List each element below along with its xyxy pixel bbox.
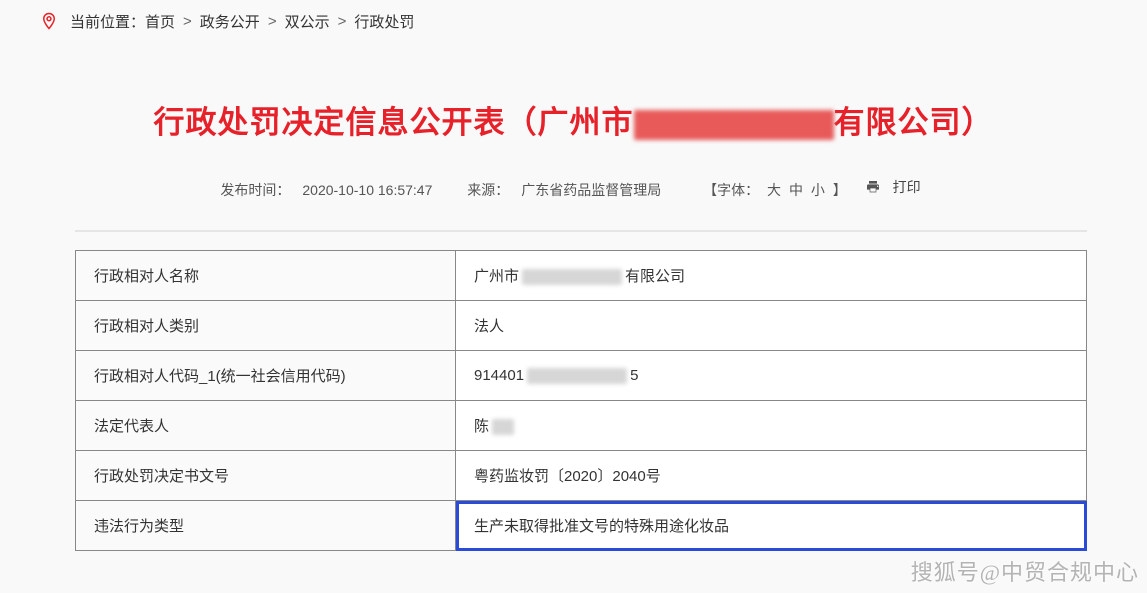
publish-label: 发布时间： [220,182,290,198]
table-row: 行政相对人代码_1(统一社会信用代码) 914401 5 [76,351,1087,401]
table-row: 行政相对人类别法人 [76,301,1087,351]
row-label: 违法行为类型 [76,501,456,551]
row-label: 行政处罚决定书文号 [76,451,456,501]
print-label: 打印 [893,177,921,197]
value-prefix: 陈 [474,418,489,435]
breadcrumb: 当前位置： 首页 > 政务公开 > 双公示 > 行政处罚 [0,0,1147,42]
row-value: 广州市 有限公司 [456,251,1087,301]
redacted-segment [522,269,622,285]
meta-row: 发布时间： 2020-10-10 16:57:47 来源： 广东省药品监督管理局 【… [0,177,1147,200]
value-suffix: 5 [630,367,638,384]
font-medium-button[interactable]: 中 [789,182,803,198]
row-label: 行政相对人名称 [76,251,456,301]
breadcrumb-item-sgs[interactable]: 双公示 [285,11,330,32]
row-value: 陈 [456,401,1087,451]
redacted-segment [527,368,627,384]
font-label: 【字体： [703,182,759,198]
table-row: 违法行为类型生产未取得批准文号的特殊用途化妆品 [76,501,1087,551]
redacted-segment [492,419,514,435]
content-area: 行政相对人名称 广州市 有限公司行政相对人类别法人行政相对人代码_1(统一社会信用代… [75,230,1087,551]
breadcrumb-label: 当前位置： [70,11,145,32]
title-suffix: 有限公司） [834,105,994,140]
breadcrumb-sep: > [268,13,277,30]
publish-value: 2020-10-10 16:57:47 [302,182,432,198]
row-label: 行政相对人代码_1(统一社会信用代码) [76,351,456,401]
table-row: 法定代表人 陈 [76,401,1087,451]
breadcrumb-sep: > [338,13,347,30]
title-prefix: 行政处罚决定信息公开表（广州市 [154,105,634,140]
breadcrumb-item-xzcf[interactable]: 行政处罚 [354,11,414,32]
font-close: 】 [833,182,847,198]
value-prefix: 广州市 [474,268,519,285]
info-table: 行政相对人名称 广州市 有限公司行政相对人类别法人行政相对人代码_1(统一社会信用代… [75,250,1087,551]
row-value: 生产未取得批准文号的特殊用途化妆品 [456,501,1087,551]
font-large-button[interactable]: 大 [767,182,781,198]
value-suffix: 有限公司 [625,268,685,285]
row-label: 行政相对人类别 [76,301,456,351]
row-value: 法人 [456,301,1087,351]
page-title-wrap: 行政处罚决定信息公开表（广州市 有限公司） [0,97,1147,142]
print-button[interactable]: 打印 [865,177,927,197]
source-label: 来源： [467,182,509,198]
font-size-group: 【字体： 大 中 小 】 [701,182,852,198]
table-row: 行政处罚决定书文号粤药监妆罚〔2020〕2040号 [76,451,1087,501]
print-icon [865,179,881,195]
breadcrumb-item-home[interactable]: 首页 [145,11,175,32]
font-small-button[interactable]: 小 [811,182,825,198]
table-row: 行政相对人名称 广州市 有限公司 [76,251,1087,301]
location-icon [40,10,58,32]
value-prefix: 914401 [474,367,524,384]
row-value: 914401 5 [456,351,1087,401]
breadcrumb-sep: > [183,13,192,30]
watermark: 搜狐号@中贸合规中心 [911,555,1139,587]
redacted-segment [634,110,834,140]
row-value: 粤药监妆罚〔2020〕2040号 [456,451,1087,501]
breadcrumb-item-zwgk[interactable]: 政务公开 [200,11,260,32]
page-title: 行政处罚决定信息公开表（广州市 有限公司） [154,97,994,142]
row-label: 法定代表人 [76,401,456,451]
source-value: 广东省药品监督管理局 [521,182,661,198]
